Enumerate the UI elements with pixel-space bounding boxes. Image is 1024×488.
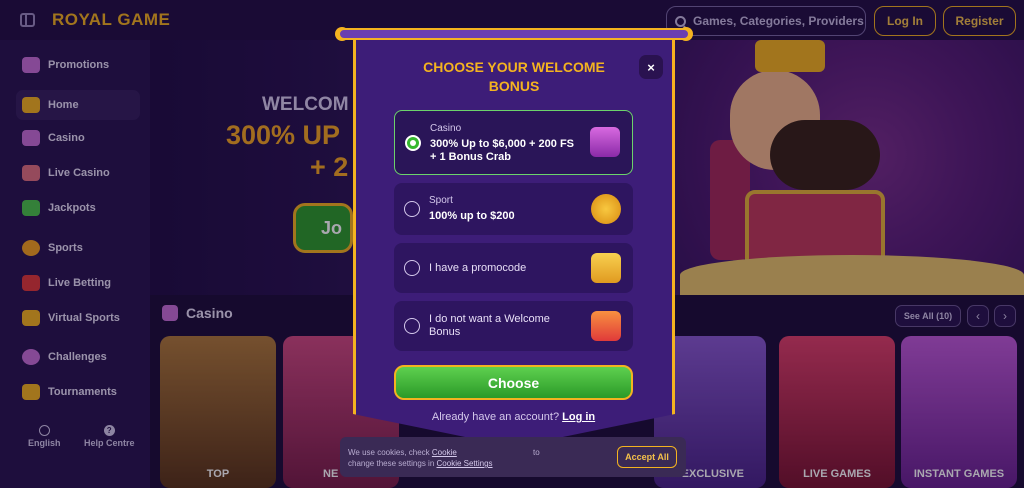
bonus-option-promocode[interactable]: I have a promocode	[394, 243, 633, 293]
scroll-rod	[338, 28, 690, 40]
modal-title-line-1: CHOOSE YOUR WELCOME	[423, 59, 605, 75]
cookie-text-3: change these settings in	[348, 459, 435, 468]
radio-icon[interactable]	[404, 318, 420, 334]
bonus-option-no-bonus[interactable]: I do not want a Welcome Bonus	[394, 301, 633, 351]
option-category: Casino	[430, 123, 462, 134]
slot-machine-icon	[590, 127, 620, 157]
cookie-text-1: We use cookies, check	[348, 448, 430, 457]
modal-title: CHOOSE YOUR WELCOME BONUS	[383, 58, 645, 96]
already-account-text: Already have an account? Log in	[394, 411, 633, 423]
radio-icon[interactable]	[404, 201, 420, 217]
option-label: I do not want a Welcome Bonus	[429, 313, 550, 338]
bonus-option-casino[interactable]: Casino 300% Up to $6,000 + 200 FS + 1 Bo…	[394, 110, 633, 175]
cookie-text-2: to	[533, 448, 540, 457]
cookie-banner: We use cookies, check Cookie to change t…	[340, 437, 686, 477]
accept-all-button[interactable]: Accept All	[617, 446, 677, 468]
radio-selected-icon[interactable]	[405, 135, 421, 151]
login-link[interactable]: Log in	[562, 411, 595, 423]
option-offer: 300% Up to $6,000 + 200 FS + 1 Bonus Cra…	[430, 138, 574, 163]
option-offer: 100% up to $200	[429, 210, 515, 222]
no-gift-icon	[591, 311, 621, 341]
cookie-text: We use cookies, check Cookie to change t…	[348, 447, 608, 469]
radio-icon[interactable]	[404, 260, 420, 276]
cookie-policy-link[interactable]: Cookie	[432, 448, 457, 457]
bonus-option-sport[interactable]: Sport 100% up to $200	[394, 183, 633, 235]
modal-title-line-2: BONUS	[488, 78, 540, 94]
choose-button[interactable]: Choose	[394, 365, 633, 400]
cookie-settings-link[interactable]: Cookie Settings	[437, 459, 493, 468]
option-label: I have a promocode	[429, 262, 527, 274]
already-account-label: Already have an account?	[431, 411, 560, 423]
close-icon[interactable]: ×	[639, 55, 663, 79]
option-category: Sport	[429, 195, 453, 206]
soccer-ball-icon	[591, 194, 621, 224]
promo-tickets-icon	[591, 253, 621, 283]
